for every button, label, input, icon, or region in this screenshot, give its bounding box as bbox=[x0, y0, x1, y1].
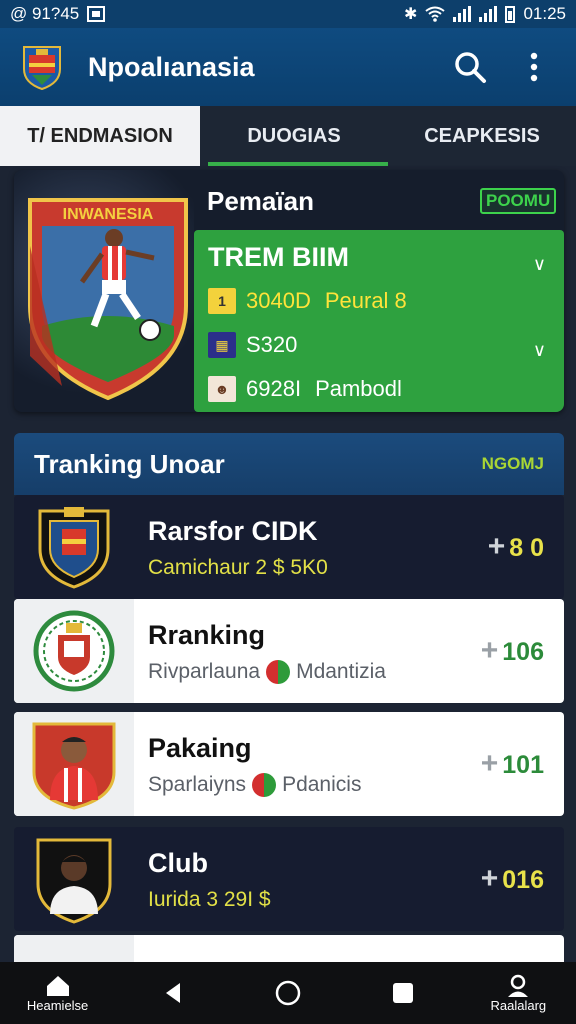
ranking-section-header: Tranking Unoar NGOMJ bbox=[14, 433, 564, 495]
overflow-menu-button[interactable] bbox=[512, 45, 556, 89]
recents-square-icon bbox=[393, 983, 414, 1003]
more-vert-icon bbox=[530, 52, 538, 82]
team-stats-panel: TREM BIIM ∨ 1 3040D Peural 8 ▦ S320 ∨ ☻ … bbox=[194, 230, 564, 412]
wifi-icon bbox=[425, 6, 446, 22]
flag-icon bbox=[252, 773, 277, 797]
player-hero-card[interactable]: INWANESIA Pemaïan POOMU TREM BIIM ∨ 1 30… bbox=[14, 170, 564, 412]
row-sub-b: Mdantizia bbox=[296, 660, 386, 683]
row-name: Pakaing bbox=[148, 733, 252, 763]
recents-button[interactable] bbox=[358, 981, 448, 1005]
ranking-row[interactable]: Club Iurida 3 29I $ +016 bbox=[14, 827, 564, 931]
search-button[interactable] bbox=[448, 45, 492, 89]
row-sub: Iurida 3 29I $ bbox=[148, 888, 271, 911]
tab-endmasion[interactable]: T/ ENDMASION bbox=[0, 106, 200, 166]
row-sub-a: Rivparlauna bbox=[148, 660, 261, 683]
coin-icon: 1 bbox=[208, 288, 236, 314]
search-icon bbox=[455, 52, 486, 83]
notification-icon bbox=[87, 6, 106, 22]
row-name: Rarsfor CIDK bbox=[148, 516, 318, 546]
row-name: Rranking bbox=[148, 620, 266, 650]
player-icon: ☻ bbox=[208, 376, 236, 402]
stat-value: S320 bbox=[246, 332, 298, 357]
row-value-text: 016 bbox=[502, 866, 544, 894]
back-triangle-icon bbox=[165, 983, 180, 1003]
avatar bbox=[14, 599, 134, 703]
stat-value: 6928I bbox=[246, 376, 302, 401]
nav-home-label: Heamielse bbox=[26, 997, 89, 1013]
row-value-text: 101 bbox=[502, 751, 544, 779]
signal-icon bbox=[453, 6, 472, 22]
row-sub: Camichaur 2 $ 5K0 bbox=[148, 556, 328, 579]
app-title: Npoalıanasia bbox=[88, 51, 255, 82]
stat-row: ▦ S320 ∨ bbox=[208, 323, 550, 367]
row-name: Club bbox=[148, 848, 208, 878]
tab-bar: T/ ENDMASION DUOGIAS CEAPKESIS bbox=[0, 106, 576, 166]
plus-icon: + bbox=[487, 530, 506, 563]
tab-duogias[interactable]: DUOGIAS bbox=[200, 106, 388, 166]
status-bar: @ 91?45 ✱ 01:25 bbox=[0, 0, 576, 28]
team-title: TREM BIIM bbox=[208, 242, 349, 272]
tab-ceapkesis[interactable]: CEAPKESIS bbox=[388, 106, 576, 166]
plus-icon: + bbox=[480, 747, 499, 780]
back-button[interactable] bbox=[128, 981, 218, 1005]
ranking-row[interactable]: Pakaing Sparlaiyns Pdanicis +101 bbox=[14, 712, 564, 816]
chevron-down-icon[interactable]: ∨ bbox=[533, 254, 546, 275]
hero-label: Pemaïan bbox=[207, 186, 314, 216]
row-value: +8 0 bbox=[488, 530, 564, 564]
ranking-row[interactable]: Rarsfor CIDK Camichaur 2 $ 5K0 +8 0 bbox=[14, 495, 564, 599]
crest-text: INWANESIA bbox=[63, 206, 154, 223]
row-value-text: 106 bbox=[502, 638, 544, 666]
stat-extra: Peural 8 bbox=[324, 288, 407, 313]
app-bar: Npoalıanasia bbox=[0, 28, 576, 106]
row-sub-b: Pdanicis bbox=[282, 773, 362, 796]
battery-icon bbox=[505, 5, 516, 23]
row-value: +106 bbox=[481, 634, 564, 668]
stat-value: 3040D bbox=[246, 288, 311, 313]
home-icon bbox=[46, 975, 69, 996]
status-time: 01:25 bbox=[523, 4, 566, 23]
bluetooth-icon: ✱ bbox=[404, 6, 418, 23]
player-crest-image: INWANESIA bbox=[28, 198, 188, 401]
avatar bbox=[14, 827, 134, 931]
row-value-text: 8 0 bbox=[509, 534, 544, 562]
home-circle-icon bbox=[275, 980, 301, 1006]
row-value: +016 bbox=[481, 862, 564, 896]
profile-icon bbox=[508, 974, 529, 997]
stat-extra: Pambodl bbox=[315, 376, 402, 401]
bottom-nav-bar: Heamielse Raalalarg bbox=[0, 962, 576, 1024]
plus-icon: + bbox=[480, 634, 499, 667]
section-title: Tranking Unoar bbox=[34, 448, 225, 479]
signal-icon-2 bbox=[479, 6, 498, 22]
flag-icon bbox=[266, 660, 291, 684]
row-value: +101 bbox=[481, 747, 564, 781]
stats-icon: ▦ bbox=[208, 332, 236, 358]
nav-home-button[interactable]: Heamielse bbox=[13, 974, 103, 1013]
ranking-row[interactable]: Rranking Rivparlauna Mdantizia +106 bbox=[14, 599, 564, 703]
chevron-down-icon-2[interactable]: ∨ bbox=[533, 340, 546, 361]
plus-icon: + bbox=[480, 862, 499, 895]
home-circle-button[interactable] bbox=[243, 979, 333, 1007]
stat-row: ☻ 6928I Pambodl bbox=[208, 367, 550, 411]
nav-profile-label: Raalalarg bbox=[490, 997, 547, 1013]
section-badge: NGOMJ bbox=[481, 454, 544, 473]
avatar bbox=[14, 712, 134, 816]
stat-row: 1 3040D Peural 8 bbox=[208, 279, 550, 323]
club-crest-icon bbox=[38, 507, 110, 589]
club-logo-icon bbox=[23, 46, 61, 91]
club-crest-icon bbox=[33, 610, 115, 692]
hero-badge: POOMU bbox=[480, 188, 557, 214]
player-avatar-icon bbox=[36, 838, 112, 924]
avatar bbox=[14, 495, 134, 599]
player-avatar-icon bbox=[32, 722, 116, 810]
status-left-text: @ 91?45 bbox=[10, 4, 80, 23]
row-sub-a: Sparlaiyns bbox=[148, 773, 247, 796]
nav-profile-button[interactable]: Raalalarg bbox=[473, 974, 563, 1013]
